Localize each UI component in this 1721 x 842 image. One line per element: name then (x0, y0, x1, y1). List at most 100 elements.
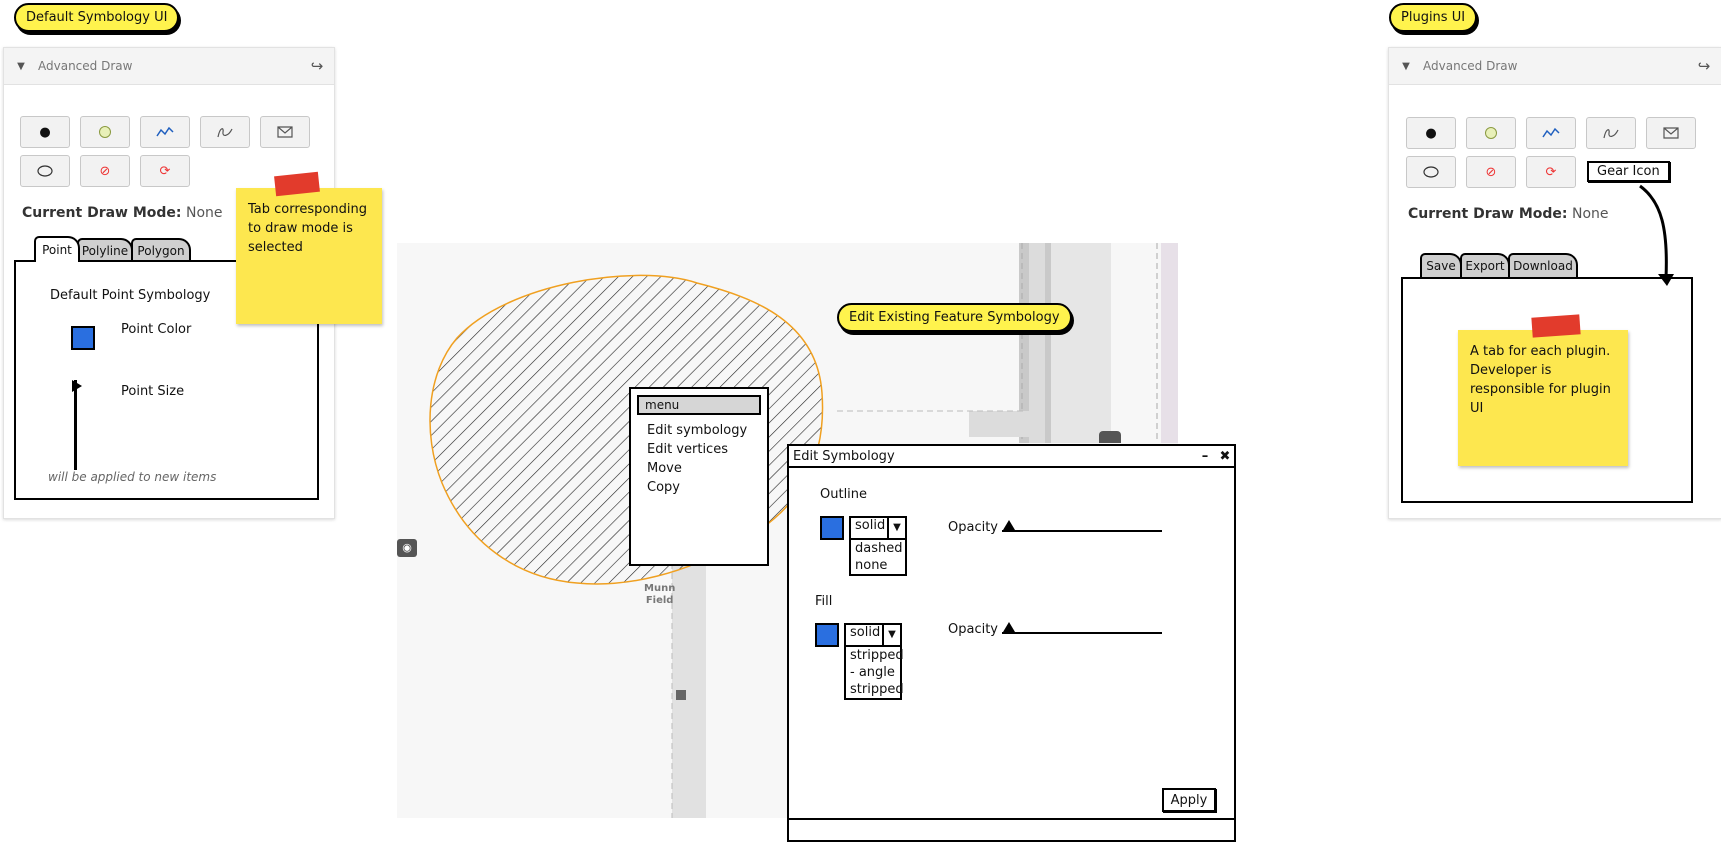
point-size-slider[interactable] (74, 380, 77, 470)
footer-note: will be applied to new items (48, 470, 217, 484)
freehand-icon (217, 128, 233, 138)
current-draw-mode: Current Draw Mode: None (1408, 206, 1609, 222)
fill-option-stripped[interactable]: stripped (846, 647, 904, 664)
panel-header[interactable]: ▼ Advanced Draw ↪ (1389, 48, 1721, 85)
menu-item-edit-vertices[interactable]: Edit vertices (631, 440, 767, 459)
menu-item-edit-symbology[interactable]: Edit symbology (631, 421, 767, 440)
tab-polygon[interactable]: Polygon (131, 238, 191, 262)
tab-save[interactable]: Save (1420, 253, 1462, 277)
outline-style-dropdown[interactable]: solid ▼ dashed none (849, 516, 907, 576)
draw-circle-button[interactable] (1466, 117, 1516, 149)
draw-circle-button[interactable] (80, 116, 130, 148)
dropdown-arrow-icon[interactable]: ▼ (884, 625, 900, 645)
menu-item-copy[interactable]: Copy (631, 478, 767, 497)
fill-option-stripped-2[interactable]: stripped (846, 681, 904, 698)
edit-existing-symbology-label: Edit Existing Feature Symbology (837, 303, 1072, 332)
outline-opacity-label: Opacity (948, 520, 999, 535)
cancel-icon: ⊘ (1485, 164, 1497, 180)
draw-point-button[interactable]: ● (1406, 117, 1456, 149)
fill-color-swatch[interactable] (815, 623, 839, 647)
context-menu-header: menu (637, 395, 761, 415)
dialog-title: Edit Symbology (793, 448, 895, 464)
point-color-label: Point Color (121, 322, 192, 337)
refresh-icon: ⟳ (1545, 164, 1557, 180)
outline-opacity-slider[interactable] (1002, 530, 1162, 532)
polyline-icon (1542, 127, 1560, 138)
fill-style-dropdown[interactable]: solid ▼ stripped - angle stripped (844, 623, 904, 700)
minimize-icon[interactable]: – (1194, 449, 1216, 464)
point-size-knob[interactable] (72, 380, 82, 392)
panel-header[interactable]: ▼ Advanced Draw ↪ (4, 48, 334, 85)
outline-label: Outline (820, 487, 868, 502)
polyline-icon (156, 126, 174, 137)
outline-opacity-knob[interactable] (1003, 520, 1015, 530)
fill-option-angle[interactable]: - angle (846, 664, 900, 681)
close-icon[interactable]: ✖ (1216, 449, 1234, 464)
cancel-draw-button[interactable]: ⊘ (80, 155, 130, 187)
fill-opacity-knob[interactable] (1003, 622, 1015, 632)
tab-polyline[interactable]: Polyline (77, 238, 133, 262)
fill-label: Fill (815, 594, 833, 609)
sticky-text: Tab corresponding to draw mode is select… (248, 202, 367, 255)
sticky-tape (1531, 314, 1581, 338)
draw-polygon-button[interactable] (260, 116, 310, 148)
callout-arrow (1639, 184, 1674, 286)
point-size-label: Point Size (121, 384, 185, 399)
default-symbology-label: Default Symbology UI (14, 3, 180, 32)
point-icon: ● (39, 124, 51, 140)
tab-export[interactable]: Export (1460, 253, 1510, 277)
lasso-icon (37, 165, 53, 177)
freehand-icon (1603, 129, 1619, 139)
point-color-swatch[interactable] (71, 326, 95, 350)
camera-icon[interactable]: ◉ (397, 539, 417, 557)
plugins-ui-label: Plugins UI (1389, 3, 1478, 32)
polygon-icon (277, 126, 293, 138)
tab-selection-sticky-note: Tab corresponding to draw mode is select… (236, 188, 382, 324)
share-icon[interactable]: ↪ (300, 57, 334, 75)
polygon-icon (1663, 127, 1679, 139)
draw-polyline-button[interactable] (140, 116, 190, 148)
refresh-icon: ⟳ (159, 163, 171, 179)
camera-icon-right[interactable] (1099, 431, 1121, 443)
cancel-draw-button[interactable]: ⊘ (1466, 156, 1516, 188)
edit-symbology-dialog: Edit Symbology – ✖ Outline solid ▼ dashed… (787, 444, 1236, 820)
draw-polyline-button[interactable] (1526, 117, 1576, 149)
panel-title: Advanced Draw (1423, 59, 1518, 73)
refresh-button[interactable]: ⟳ (140, 155, 190, 187)
tab-point[interactable]: Point (34, 236, 80, 262)
current-draw-mode: Current Draw Mode: None (22, 205, 223, 221)
outline-color-swatch[interactable] (820, 516, 844, 540)
fill-opacity-label: Opacity (948, 622, 999, 637)
symbology-title: Default Point Symbology (50, 288, 211, 303)
collapse-caret-icon[interactable]: ▼ (1389, 61, 1423, 72)
field-label-line2: Field (645, 595, 674, 606)
panel-title: Advanced Draw (38, 59, 133, 73)
draw-freehand-button[interactable] (200, 116, 250, 148)
draw-freehand-polygon-button[interactable] (20, 155, 70, 187)
gear-icon-callout: Gear Icon (1587, 161, 1670, 182)
draw-freehand-polygon-button[interactable] (1406, 156, 1456, 188)
outline-option-dashed[interactable]: dashed (851, 540, 905, 557)
circle-icon (1485, 127, 1497, 139)
point-icon: ● (1425, 125, 1437, 141)
circle-icon (99, 126, 111, 138)
lasso-icon (1423, 166, 1439, 178)
draw-point-button[interactable]: ● (20, 116, 70, 148)
dropdown-arrow-icon[interactable]: ▼ (889, 518, 905, 538)
refresh-button[interactable]: ⟳ (1526, 156, 1576, 188)
collapse-caret-icon[interactable]: ▼ (4, 61, 38, 72)
share-icon[interactable]: ↪ (1687, 57, 1721, 75)
tab-download[interactable]: Download (1508, 253, 1578, 277)
draw-polygon-button[interactable] (1646, 117, 1696, 149)
sticky-text: A tab for each plugin. Developer is resp… (1470, 344, 1611, 416)
outline-option-none[interactable]: none (851, 557, 905, 574)
menu-item-move[interactable]: Move (631, 459, 767, 478)
outline-style-selected: solid (851, 518, 889, 538)
draw-freehand-button[interactable] (1586, 117, 1636, 149)
plugin-tab-sticky-note: A tab for each plugin. Developer is resp… (1458, 330, 1628, 466)
feature-context-menu: menu Edit symbology Edit vertices Move C… (629, 387, 769, 566)
fill-opacity-slider[interactable] (1002, 632, 1162, 634)
fill-style-selected: solid (846, 625, 884, 645)
dialog-titlebar: Edit Symbology – ✖ (789, 446, 1234, 468)
apply-button[interactable]: Apply (1162, 788, 1216, 812)
